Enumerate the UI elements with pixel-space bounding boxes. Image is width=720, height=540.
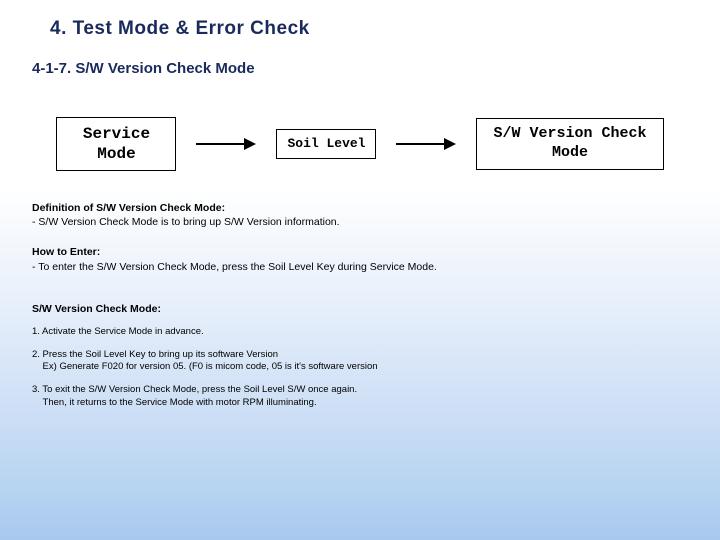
flow-box-service-mode: Service Mode [56, 117, 176, 171]
how-to-enter-section: How to Enter: - To enter the S/W Version… [32, 245, 688, 273]
mode-heading: S/W Version Check Mode: [32, 303, 161, 315]
step-line: 2. Press the Soil Level Key to bring up … [32, 349, 278, 360]
enter-text: - To enter the S/W Version Check Mode, p… [32, 261, 437, 273]
slide-title: 4. Test Mode & Error Check [0, 0, 720, 40]
step-line: 3. To exit the S/W Version Check Mode, p… [32, 384, 357, 395]
body-content: Definition of S/W Version Check Mode: - … [0, 201, 720, 410]
flow-box-line: S/W Version Check [493, 125, 646, 144]
flow-box-line: Mode [493, 144, 646, 163]
definition-text: - S/W Version Check Mode is to bring up … [32, 216, 340, 228]
arrow-icon [396, 138, 456, 150]
flow-box-line: Mode [73, 144, 159, 164]
step-line: Ex) Generate F020 for version 05. (F0 is… [32, 361, 378, 372]
enter-heading: How to Enter: [32, 246, 100, 258]
mode-section: S/W Version Check Mode: [32, 302, 688, 316]
step-line: Then, it returns to the Service Mode wit… [32, 397, 317, 408]
flow-diagram: Service Mode Soil Level S/W Version Chec… [0, 117, 720, 171]
flow-box-soil-level: Soil Level [276, 129, 376, 159]
step-3: 3. To exit the S/W Version Check Mode, p… [32, 384, 688, 410]
slide-subtitle: 4-1-7. S/W Version Check Mode [0, 40, 720, 77]
definition-heading: Definition of S/W Version Check Mode: [32, 202, 225, 214]
arrow-icon [196, 138, 256, 150]
definition-section: Definition of S/W Version Check Mode: - … [32, 201, 688, 229]
flow-box-line: Service [73, 124, 159, 144]
flow-box-sw-version: S/W Version Check Mode [476, 118, 663, 170]
step-1: 1. Activate the Service Mode in advance. [32, 326, 688, 339]
step-2: 2. Press the Soil Level Key to bring up … [32, 349, 688, 375]
